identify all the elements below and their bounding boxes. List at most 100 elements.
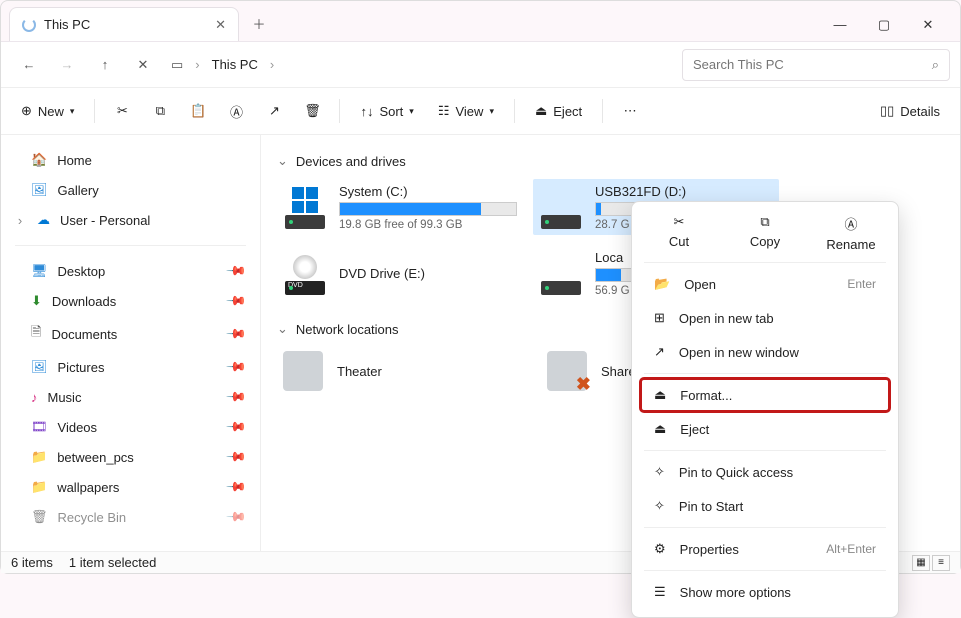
cut-button[interactable]: ✂ xyxy=(105,97,139,125)
ctx-open-new-window[interactable]: ↗Open in new window xyxy=(640,335,890,369)
recycle-icon: 🗑 xyxy=(31,509,48,525)
dvd-icon: DVD xyxy=(283,251,327,295)
sidebar-item-music[interactable]: ♪Music📌 xyxy=(7,382,254,412)
drive-icon xyxy=(283,185,327,229)
format-icon: ⏏ xyxy=(654,387,666,403)
sidebar-item-user[interactable]: ›☁User - Personal xyxy=(7,205,254,235)
new-button[interactable]: ⊕ New ▾ xyxy=(11,97,84,125)
tab-close-icon[interactable]: ✕ xyxy=(215,17,226,33)
details-icon: ▯▯ xyxy=(880,103,894,119)
computer-icon xyxy=(283,351,323,391)
delete-button[interactable]: 🗑 xyxy=(295,97,329,125)
sidebar-item-pictures[interactable]: 🖼Pictures📌 xyxy=(7,352,254,382)
title-bar: This PC ✕ ＋ — ▢ ✕ xyxy=(1,1,960,41)
back-button[interactable]: ← xyxy=(11,47,47,83)
details-view-button[interactable]: ≡ xyxy=(932,555,950,571)
thumbnails-view-button[interactable]: ▦ xyxy=(912,555,930,571)
separator xyxy=(644,570,886,571)
separator xyxy=(644,527,886,528)
drive-label: System (C:) xyxy=(339,184,517,199)
view-button[interactable]: ☷View▾ xyxy=(428,97,504,125)
breadcrumb[interactable]: ▭ › This PC › xyxy=(163,49,282,81)
pin-icon: 📌 xyxy=(225,323,248,346)
separator xyxy=(644,373,886,374)
storage-bar xyxy=(339,202,517,216)
sort-button[interactable]: ↑↓Sort▾ xyxy=(350,98,423,125)
pin-icon: 📌 xyxy=(225,416,248,439)
pin-icon: ✧ xyxy=(654,498,665,514)
more-button[interactable]: ⋯ xyxy=(613,97,647,125)
rename-button[interactable]: Ⓐ xyxy=(219,96,253,127)
up-button[interactable]: ↑ xyxy=(87,47,123,83)
new-tab-button[interactable]: ＋ xyxy=(243,7,275,39)
tab-this-pc[interactable]: This PC ✕ xyxy=(9,7,239,41)
ctx-format[interactable]: ⏏Format... xyxy=(640,378,890,412)
ctx-properties[interactable]: ⚙PropertiesAlt+Enter xyxy=(640,532,890,566)
sidebar-item-documents[interactable]: 🗎Documents📌 xyxy=(7,316,254,352)
pin-icon: 📌 xyxy=(225,386,248,409)
sidebar-item-folder[interactable]: 📁wallpapers📌 xyxy=(7,472,254,502)
window-icon: ↗ xyxy=(654,344,665,360)
sidebar-item-videos[interactable]: 🎞Videos📌 xyxy=(7,412,254,442)
details-pane-button[interactable]: ▯▯Details xyxy=(870,97,950,125)
ctx-copy-button[interactable]: ⧉Copy xyxy=(735,214,795,252)
separator xyxy=(15,245,246,246)
pin-icon: 📌 xyxy=(225,476,248,499)
view-icon: ☷ xyxy=(438,103,450,119)
sidebar-item-home[interactable]: 🏠Home xyxy=(7,145,254,175)
minimize-button[interactable]: — xyxy=(830,17,850,33)
sort-icon: ↑↓ xyxy=(360,104,373,119)
chevron-right-icon: › xyxy=(270,57,274,72)
share-button[interactable]: ↗ xyxy=(257,97,291,125)
paste-button[interactable]: 📋 xyxy=(181,97,215,125)
section-devices[interactable]: ⌄Devices and drives xyxy=(277,153,944,169)
separator xyxy=(514,99,515,123)
ctx-pin-quick[interactable]: ✧Pin to Quick access xyxy=(640,455,890,489)
command-bar: ⊕ New ▾ ✂ ⧉ 📋 Ⓐ ↗ 🗑 ↑↓Sort▾ ☷View▾ ⏏Ejec… xyxy=(1,87,960,135)
close-button[interactable]: ✕ xyxy=(918,17,938,33)
forward-button[interactable]: → xyxy=(49,47,85,83)
desktop-icon: 🖥 xyxy=(31,263,48,279)
drive-system-c[interactable]: System (C:)19.8 GB free of 99.3 GB xyxy=(277,179,523,235)
clipboard-icon: 📋 xyxy=(190,103,206,119)
sidebar-item-desktop[interactable]: 🖥Desktop📌 xyxy=(7,256,254,286)
drive-label: USB321FD (D:) xyxy=(595,184,773,199)
share-icon: ↗ xyxy=(269,103,280,119)
sidebar-item-gallery[interactable]: 🖼Gallery xyxy=(7,175,254,205)
home-icon: 🏠 xyxy=(31,152,47,168)
search-icon[interactable]: ⌕ xyxy=(932,57,939,73)
ctx-cut-button[interactable]: ✂Cut xyxy=(649,214,709,252)
computer-blocked-icon xyxy=(547,351,587,391)
chevron-right-icon[interactable]: › xyxy=(13,213,27,228)
chevron-down-icon: ⌄ xyxy=(277,321,288,337)
search-box[interactable]: ⌕ xyxy=(682,49,950,81)
ctx-open[interactable]: 📂OpenEnter xyxy=(640,267,890,301)
pin-icon: 📌 xyxy=(225,506,248,529)
sidebar-item-downloads[interactable]: ⬇Downloads📌 xyxy=(7,286,254,316)
copy-button[interactable]: ⧉ xyxy=(143,97,177,125)
pin-icon: ✧ xyxy=(654,464,665,480)
eject-button[interactable]: ⏏Eject xyxy=(525,97,592,125)
navigation-pane: 🏠Home 🖼Gallery ›☁User - Personal 🖥Deskto… xyxy=(1,135,261,551)
refresh-button[interactable]: ✕ xyxy=(125,47,161,83)
separator xyxy=(94,99,95,123)
item-count: 6 items xyxy=(11,555,53,570)
maximize-button[interactable]: ▢ xyxy=(874,17,894,33)
breadcrumb-item[interactable]: This PC xyxy=(212,57,258,72)
ctx-more-options[interactable]: ☰Show more options xyxy=(640,575,890,609)
drive-label: DVD Drive (E:) xyxy=(339,266,517,281)
ctx-rename-button[interactable]: ⒶRename xyxy=(821,214,881,252)
sidebar-item-recycle[interactable]: 🗑Recycle Bin📌 xyxy=(7,502,254,532)
ctx-pin-start[interactable]: ✧Pin to Start xyxy=(640,489,890,523)
search-input[interactable] xyxy=(693,57,932,72)
drive-dvd-e[interactable]: DVD DVD Drive (E:) xyxy=(277,245,523,301)
network-location[interactable]: Theater xyxy=(277,347,517,395)
ctx-eject[interactable]: ⏏Eject xyxy=(640,412,890,446)
ctx-open-new-tab[interactable]: ⊞Open in new tab xyxy=(640,301,890,335)
pc-icon: ▭ xyxy=(171,57,183,73)
onedrive-icon: ☁ xyxy=(37,212,50,228)
sidebar-item-folder[interactable]: 📁between_pcs📌 xyxy=(7,442,254,472)
rename-icon: Ⓐ xyxy=(230,102,243,121)
separator xyxy=(644,262,886,263)
chevron-down-icon: ⌄ xyxy=(277,153,288,169)
